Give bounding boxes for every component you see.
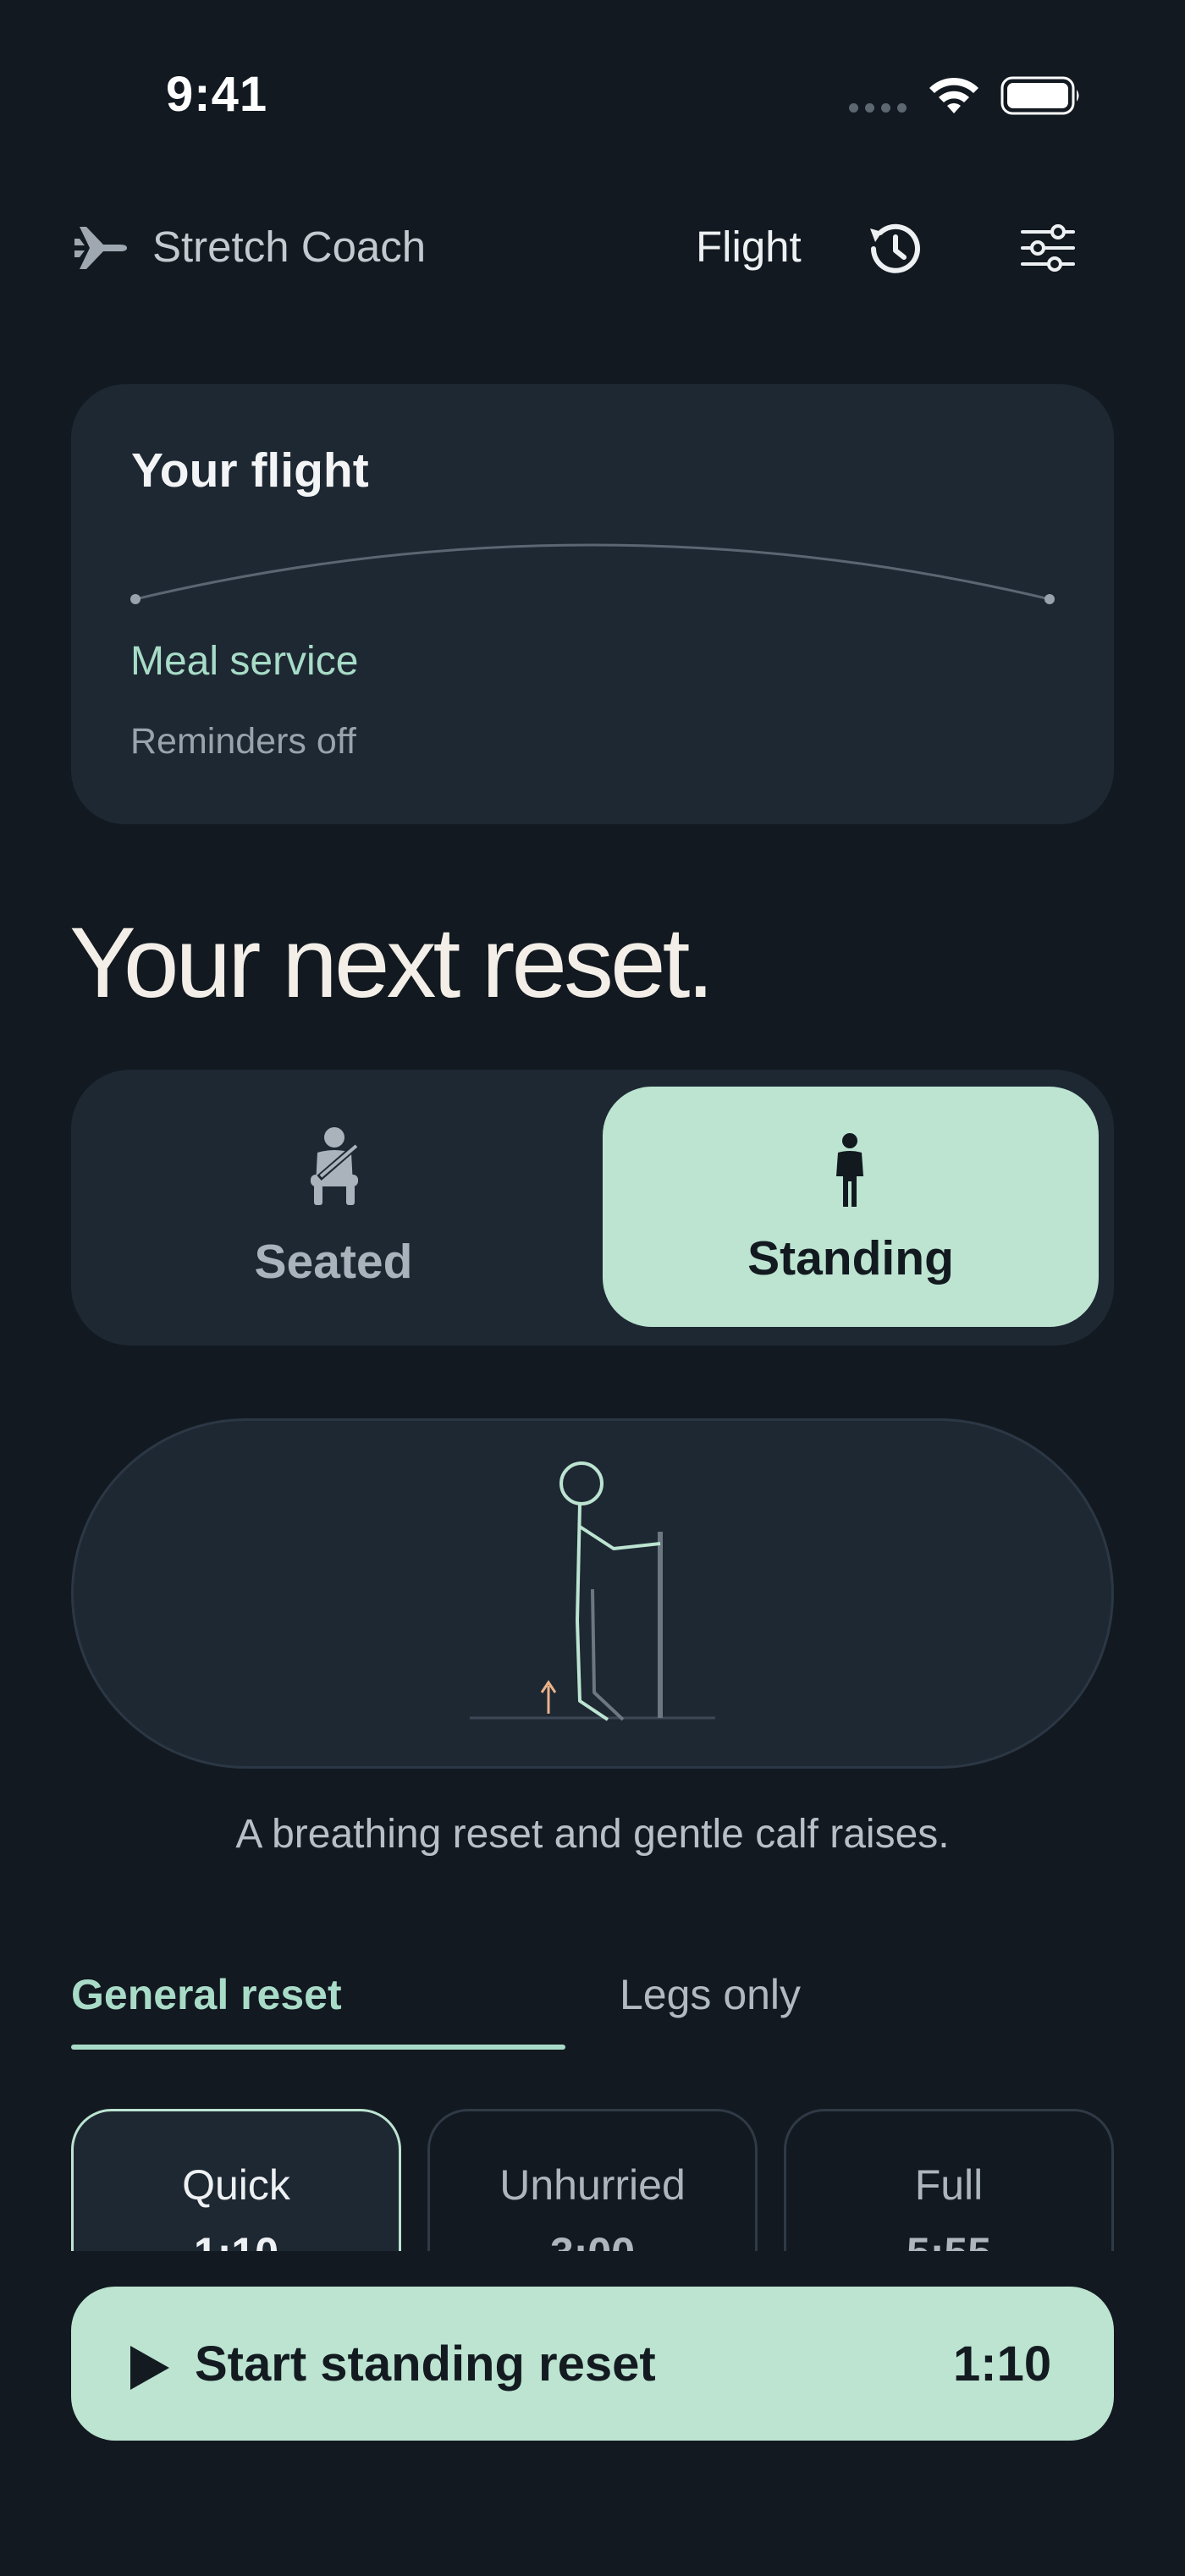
wifi-icon (929, 77, 978, 113)
cellular-signal-icon (849, 103, 907, 113)
status-time: 9:41 (166, 67, 268, 122)
tab-general-reset[interactable]: General reset (71, 1970, 342, 2019)
history-icon[interactable] (863, 218, 924, 279)
seated-label: Seated (254, 1235, 413, 1289)
duration-option-full[interactable]: Full 5:55 (784, 2109, 1114, 2251)
tab-legs-only[interactable]: Legs only (620, 1970, 801, 2019)
standing-label: Standing (747, 1231, 954, 1285)
reminders-status: Reminders off (130, 721, 356, 762)
duration-name: Full (914, 2161, 984, 2209)
page-headline: Your next reset. (69, 907, 714, 1019)
duration-option-quick[interactable]: Quick 1:10 (71, 2109, 401, 2251)
exercise-caption: A breathing reset and gentle calf raises… (235, 1812, 950, 1857)
duration-options: Quick 1:10 Unhurried 3:00 Full 5:55 (0, 2099, 1185, 2251)
play-icon (130, 2346, 169, 2390)
start-button-duration: 1:10 (953, 2337, 1052, 2392)
duration-time: 3:00 (430, 2228, 755, 2251)
seated-seatbelt-icon (311, 1127, 361, 1205)
tab-selected-indicator (71, 2045, 565, 2050)
duration-time: 5:55 (786, 2228, 1111, 2251)
duration-name: Unhurried (499, 2161, 686, 2209)
start-button-label: Start standing reset (195, 2337, 656, 2392)
battery-icon (1000, 76, 1079, 115)
flight-card-title: Your flight (131, 443, 369, 498)
standing-person-icon (836, 1133, 863, 1207)
seated-option[interactable] (85, 1087, 582, 1327)
flight-phase-label: Meal service (130, 639, 359, 684)
flight-route-arc (130, 543, 1055, 604)
settings-sliders-icon[interactable] (1021, 222, 1075, 274)
duration-name: Quick (182, 2161, 290, 2209)
plane-icon (74, 227, 127, 269)
calf-raise-figure (470, 1461, 715, 1721)
flight-mode-link[interactable]: Flight (696, 222, 802, 272)
duration-option-unhurried[interactable]: Unhurried 3:00 (427, 2109, 758, 2251)
duration-time: 1:10 (74, 2228, 399, 2251)
app-title: Stretch Coach (152, 223, 427, 271)
